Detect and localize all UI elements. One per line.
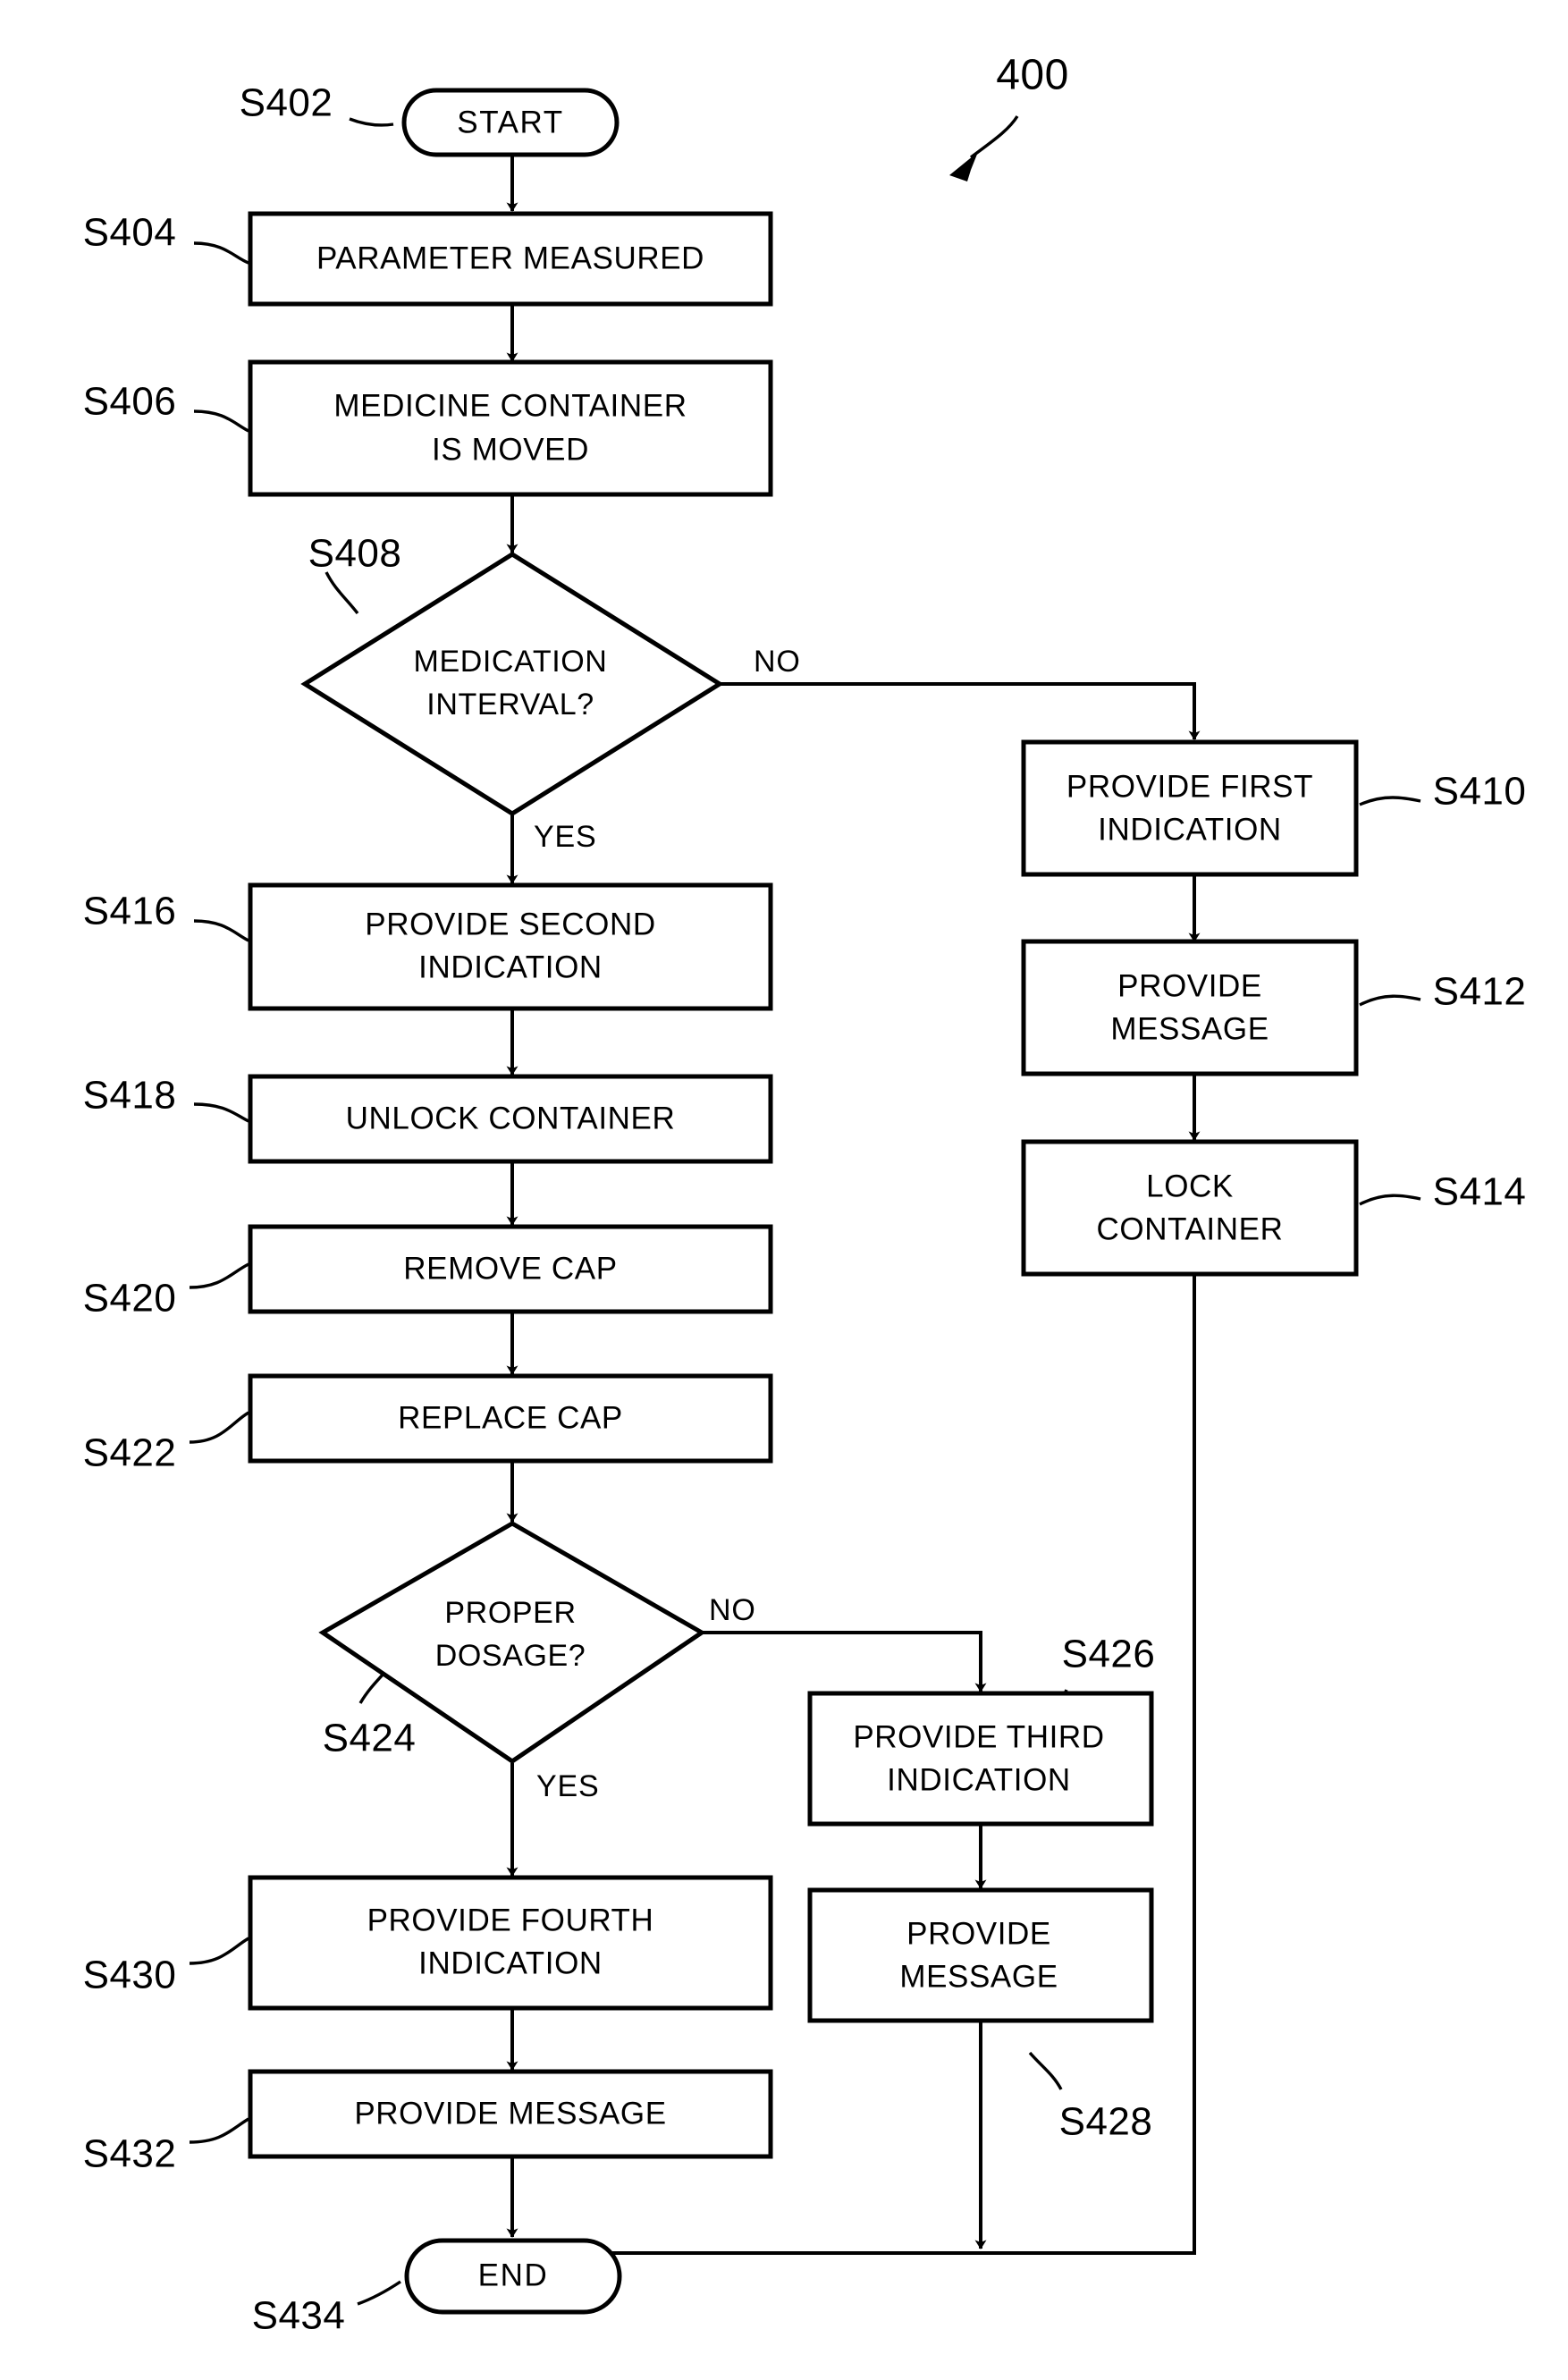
- leader-s406: [193, 409, 249, 433]
- node-s414-label-line2: CONTAINER: [1097, 1211, 1284, 1246]
- node-s434-end: END: [404, 2238, 622, 2315]
- node-s402-start: START: [401, 88, 620, 157]
- leader-s412: [1359, 994, 1421, 1007]
- ref-label-s418: S418: [83, 1074, 177, 1118]
- leader-s408: [325, 571, 359, 615]
- ref-label-s408: S408: [308, 532, 402, 576]
- node-s404-label: PARAMETER MEASURED: [316, 241, 704, 275]
- node-s432: PROVIDE MESSAGE: [248, 2069, 773, 2159]
- leader-s410: [1359, 796, 1421, 806]
- node-s418: UNLOCK CONTAINER: [248, 1074, 773, 1164]
- node-s418-label: UNLOCK CONTAINER: [346, 1101, 676, 1135]
- node-s434-label: END: [478, 2258, 549, 2292]
- node-s410: PROVIDE FIRST INDICATION: [1021, 739, 1359, 877]
- node-s430-label-line2: INDICATION: [418, 1945, 603, 1980]
- node-s414-label-line1: LOCK: [1146, 1169, 1234, 1203]
- leader-s420: [189, 1262, 249, 1289]
- leader-s414: [1359, 1194, 1421, 1206]
- node-s430-label-line1: PROVIDE FOURTH: [367, 1903, 654, 1937]
- node-s428-label-line2: MESSAGE: [899, 1959, 1058, 1994]
- ref-label-s432: S432: [83, 2132, 177, 2176]
- edge-s408-no-to-s410: [720, 682, 1201, 740]
- leader-s422: [189, 1411, 249, 1444]
- branch-label-s424-yes: YES: [536, 1769, 599, 1803]
- ref-label-s422: S422: [83, 1431, 177, 1475]
- leader-s434: [357, 2280, 401, 2306]
- leader-s402: [349, 117, 394, 127]
- leader-s418: [193, 1102, 249, 1123]
- node-s406-label-line1: MEDICINE CONTAINER: [333, 388, 687, 423]
- node-s404: PARAMETER MEASURED: [248, 211, 773, 307]
- node-s420: REMOVE CAP: [248, 1224, 773, 1314]
- ref-label-s428: S428: [1059, 2100, 1153, 2144]
- branch-label-s408-yes: YES: [534, 820, 596, 854]
- node-s430: PROVIDE FOURTH INDICATION: [248, 1875, 773, 2011]
- node-s412-label-line2: MESSAGE: [1110, 1011, 1269, 1046]
- leader-s428: [1028, 2051, 1063, 2090]
- leader-s432: [189, 2117, 249, 2144]
- node-s426-label-line1: PROVIDE THIRD: [853, 1719, 1104, 1754]
- branch-label-s408-no: NO: [754, 645, 801, 679]
- node-s408-label-line2: INTERVAL?: [426, 688, 594, 722]
- node-s416-label-line1: PROVIDE SECOND: [365, 907, 655, 941]
- node-s426: PROVIDE THIRD INDICATION: [807, 1691, 1154, 1827]
- figure-number-label: 400: [996, 52, 1069, 99]
- leader-s404: [193, 241, 249, 265]
- node-s428: PROVIDE MESSAGE: [807, 1887, 1154, 2023]
- leader-s430: [189, 1937, 249, 1965]
- node-s422-label: REPLACE CAP: [398, 1400, 623, 1435]
- node-s424-label-line2: DOSAGE?: [435, 1639, 586, 1673]
- ref-label-s430: S430: [83, 1954, 177, 1997]
- node-s428-label-line1: PROVIDE: [906, 1916, 1051, 1951]
- node-s406: MEDICINE CONTAINER IS MOVED: [248, 359, 773, 497]
- figure-callout-arrowhead: [949, 152, 978, 181]
- node-s410-label-line2: INDICATION: [1098, 812, 1282, 847]
- node-s416: PROVIDE SECOND INDICATION: [248, 882, 773, 1011]
- ref-label-s404: S404: [83, 211, 177, 255]
- node-s426-label-line2: INDICATION: [887, 1762, 1071, 1797]
- ref-label-s412: S412: [1433, 970, 1527, 1014]
- node-s408-decision: MEDICATION INTERVAL?: [300, 552, 724, 816]
- leader-s416: [193, 919, 249, 942]
- ref-label-s434: S434: [252, 2294, 346, 2338]
- node-s424-label-line1: PROPER: [444, 1596, 576, 1630]
- ref-label-s414: S414: [1433, 1170, 1527, 1214]
- node-s412: PROVIDE MESSAGE: [1021, 939, 1359, 1076]
- ref-label-s406: S406: [83, 380, 177, 424]
- ref-label-s420: S420: [83, 1277, 177, 1321]
- node-s410-label-line1: PROVIDE FIRST: [1066, 769, 1313, 804]
- node-s420-label: REMOVE CAP: [403, 1251, 617, 1286]
- flowchart-diagram: START PARAMETER MEASURED MEDICINE CONTAI…: [83, 52, 1527, 2338]
- node-s408-label-line1: MEDICATION: [414, 645, 608, 679]
- node-s416-label-line2: INDICATION: [418, 949, 603, 984]
- node-s406-label-line2: IS MOVED: [432, 432, 589, 467]
- branch-label-s424-no: NO: [709, 1593, 756, 1627]
- node-s412-label-line1: PROVIDE: [1117, 968, 1262, 1003]
- edge-s424-no-to-s426: [702, 1631, 987, 1692]
- ref-label-s416: S416: [83, 890, 177, 933]
- ref-label-s424: S424: [323, 1717, 417, 1760]
- ref-label-s410: S410: [1433, 770, 1527, 814]
- node-s432-label: PROVIDE MESSAGE: [354, 2096, 666, 2131]
- ref-label-s426: S426: [1062, 1633, 1156, 1676]
- node-s414: LOCK CONTAINER: [1021, 1139, 1359, 1277]
- flowchart-page: START PARAMETER MEASURED MEDICINE CONTAI…: [0, 0, 1568, 2380]
- figure-callout-line: [969, 115, 1019, 159]
- ref-label-s402: S402: [240, 81, 333, 125]
- node-s402-label: START: [457, 105, 564, 139]
- node-s422: REPLACE CAP: [248, 1373, 773, 1464]
